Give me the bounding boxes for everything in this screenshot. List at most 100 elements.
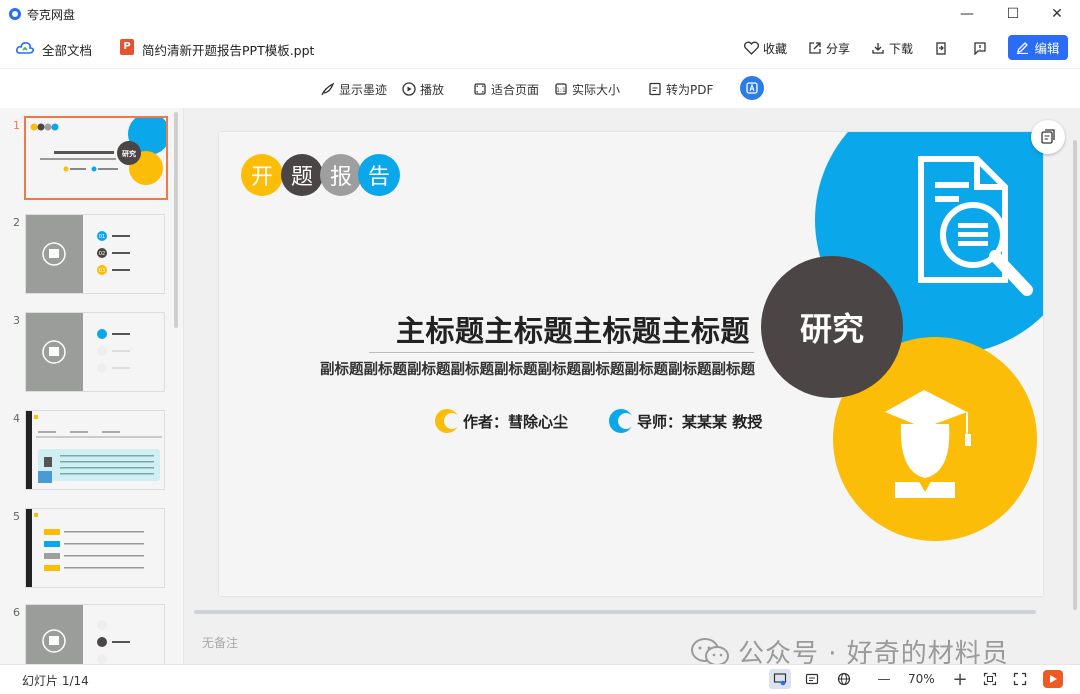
pencil-icon bbox=[1017, 42, 1029, 54]
title-chip: 告 bbox=[358, 154, 400, 196]
crescent-icon bbox=[609, 409, 634, 433]
feedback-button[interactable] bbox=[973, 38, 987, 58]
thumbnail-number: 3 bbox=[13, 314, 20, 327]
svg-text:研究: 研究 bbox=[122, 149, 136, 158]
ai-assistant-button[interactable] bbox=[740, 76, 764, 100]
author-text: 作者：彗除心尘 bbox=[463, 412, 569, 431]
fit-page-icon bbox=[474, 83, 486, 95]
actual-size-button[interactable]: 1:1 实际大小 bbox=[554, 80, 620, 98]
favorite-button[interactable]: 收藏 bbox=[744, 38, 787, 58]
web-view-button[interactable] bbox=[833, 669, 855, 689]
viewer-toolbar bbox=[0, 68, 1080, 110]
quill-icon bbox=[321, 82, 335, 95]
download-icon bbox=[872, 43, 884, 54]
slide-thumbnail-5[interactable] bbox=[25, 508, 165, 588]
wechat-icon bbox=[691, 637, 729, 666]
edit-label: 编辑 bbox=[1034, 41, 1060, 56]
thumb-item-number: 01 bbox=[99, 234, 105, 240]
fit-screen-button[interactable] bbox=[979, 669, 1001, 689]
zoom-level[interactable]: 70% bbox=[908, 672, 935, 686]
window-title-bar bbox=[0, 0, 1080, 28]
cloud-icon bbox=[16, 40, 34, 59]
slide-thumbnail-6[interactable] bbox=[25, 604, 165, 666]
zoom-in-button[interactable]: + bbox=[949, 669, 971, 690]
fit-page-label: 适合页面 bbox=[491, 82, 540, 97]
app-title: 夸克网盘 bbox=[27, 8, 76, 22]
thumb-item-number: 02 bbox=[99, 251, 105, 257]
notes-icon bbox=[805, 673, 819, 685]
play-button[interactable]: 播放 bbox=[402, 80, 444, 98]
play-icon bbox=[1050, 675, 1057, 683]
fit-page-button[interactable]: 适合页面 bbox=[473, 80, 539, 98]
download-button[interactable]: 下载 bbox=[871, 38, 913, 58]
export-button[interactable] bbox=[934, 38, 948, 58]
convert-to-pdf-button[interactable]: 转为PDF bbox=[648, 80, 713, 98]
favorite-label: 收藏 bbox=[763, 41, 788, 56]
thumbnail-preview bbox=[26, 313, 164, 391]
svg-text:1:1: 1:1 bbox=[556, 87, 566, 94]
research-badge: 研究 bbox=[799, 310, 864, 348]
slide-subtitle: 副标题副标题副标题副标题副标题副标题副标题副标题副标题副标题 bbox=[320, 362, 755, 378]
thumbnail-number: 2 bbox=[13, 216, 20, 229]
show-ink-label: 显示墨迹 bbox=[339, 82, 388, 97]
to-pdf-label: 转为PDF bbox=[666, 82, 714, 97]
slide-thumbnail-4[interactable] bbox=[25, 410, 165, 490]
thumbnail-preview bbox=[26, 411, 164, 489]
edit-button[interactable]: 编辑 bbox=[1008, 35, 1068, 60]
sidebar-scrollbar[interactable] bbox=[174, 112, 178, 328]
thumb-item-number: 03 bbox=[99, 268, 105, 274]
actual-size-icon: 1:1 bbox=[555, 83, 567, 95]
thumbnail-number: 6 bbox=[13, 606, 20, 619]
copy-icon bbox=[1041, 129, 1055, 144]
title-chip: 题 bbox=[281, 154, 323, 196]
share-label: 分享 bbox=[826, 41, 851, 56]
title-chip: 开 bbox=[241, 154, 283, 196]
thumbnail-preview bbox=[26, 605, 164, 665]
feedback-icon bbox=[974, 42, 986, 55]
author-line: 作者：彗除心尘 bbox=[435, 409, 568, 433]
ai-icon bbox=[746, 82, 758, 94]
export-icon bbox=[936, 42, 946, 55]
slide-thumbnail-1[interactable]: 研究 bbox=[24, 116, 168, 200]
thumbnail-number: 5 bbox=[13, 510, 20, 523]
slide-view-icon bbox=[773, 673, 787, 686]
actual-size-label: 实际大小 bbox=[572, 82, 621, 97]
horizontal-scrollbar[interactable] bbox=[194, 610, 1036, 614]
slide-thumbnail-2[interactable]: 01 02 03 bbox=[25, 214, 165, 294]
all-documents-link[interactable]: 全部文档 bbox=[42, 40, 92, 59]
advisor-text: 导师：某某某 教授 bbox=[637, 412, 763, 431]
thumbnail-preview: 01 02 03 bbox=[26, 215, 164, 293]
copy-slide-button[interactable] bbox=[1031, 120, 1065, 154]
notes-view-button[interactable] bbox=[801, 669, 823, 689]
thumbnail-preview: 研究 bbox=[26, 118, 166, 198]
quark-logo-icon bbox=[9, 8, 21, 20]
share-icon bbox=[809, 42, 821, 54]
normal-view-button[interactable] bbox=[769, 669, 791, 689]
vertical-scrollbar[interactable] bbox=[1073, 140, 1077, 610]
crescent-icon bbox=[435, 409, 460, 433]
slide-1: 开 题 报 告 主标题主标题主标题主标题 副标题副标题副标题副标题副标题副标题副… bbox=[219, 132, 1043, 596]
zoom-out-button[interactable]: — bbox=[873, 669, 895, 689]
ppt-file-icon: P bbox=[120, 39, 134, 55]
close-button[interactable]: ✕ bbox=[1034, 0, 1080, 28]
thumbnail-preview bbox=[26, 509, 164, 587]
show-ink-button[interactable]: 显示墨迹 bbox=[320, 80, 387, 98]
play-icon bbox=[402, 82, 416, 96]
pdf-icon bbox=[649, 82, 661, 96]
thumbnail-number: 1 bbox=[13, 119, 20, 132]
share-button[interactable]: 分享 bbox=[808, 38, 850, 58]
maximize-button[interactable]: ☐ bbox=[990, 0, 1036, 28]
slide-thumbnail-3[interactable] bbox=[25, 312, 165, 392]
download-label: 下载 bbox=[889, 41, 914, 56]
heart-icon bbox=[744, 41, 759, 55]
notes-placeholder[interactable]: 无备注 bbox=[202, 634, 238, 651]
minimize-button[interactable]: — bbox=[944, 0, 990, 28]
fit-screen-icon bbox=[983, 672, 997, 686]
slideshow-button[interactable] bbox=[1043, 670, 1063, 688]
fullscreen-button[interactable] bbox=[1009, 669, 1031, 689]
advisor-line: 导师：某某某 教授 bbox=[609, 409, 762, 433]
slide-main-title: 主标题主标题主标题主标题 bbox=[395, 314, 750, 348]
fullscreen-icon bbox=[1013, 672, 1027, 686]
globe-icon bbox=[837, 672, 851, 686]
slide-counter: 幻灯片 1/14 bbox=[22, 674, 89, 688]
